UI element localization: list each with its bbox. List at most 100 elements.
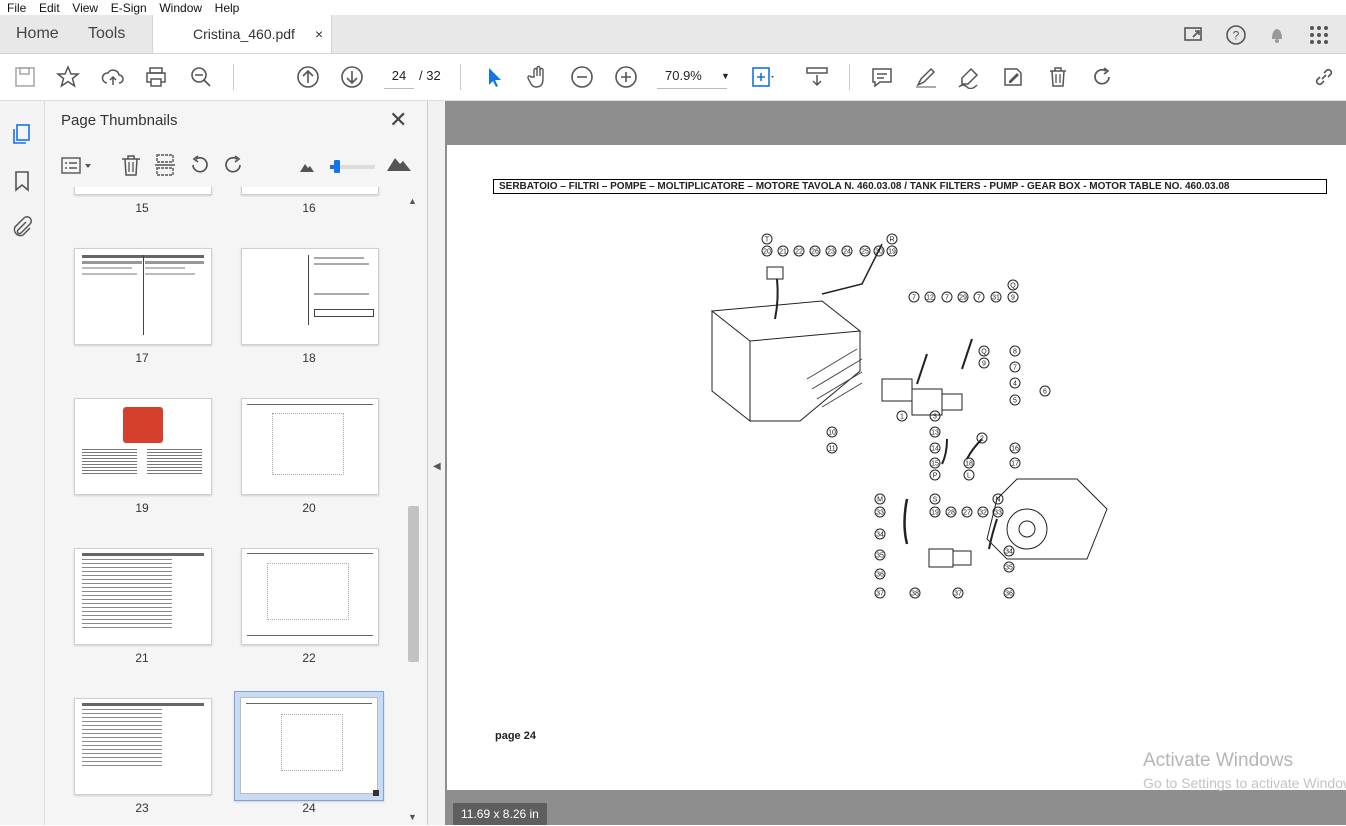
menu-esign[interactable]: E-Sign (111, 1, 147, 15)
rotate-right-icon[interactable] (221, 153, 245, 180)
doc-heading-text: SERBATOIO – FILTRI – POMPE – MOLTIPLICAT… (499, 181, 1230, 192)
thumbnail-page[interactable] (74, 698, 212, 795)
hand-icon[interactable] (526, 65, 550, 89)
comment-icon[interactable] (870, 65, 894, 89)
svg-text:29: 29 (959, 295, 967, 302)
thumbnail-page[interactable] (241, 398, 379, 495)
thumbnails-panel: Page Thumbnails ✕ 15 16 17 18 19 20 21 2… (45, 101, 428, 825)
help-icon[interactable]: ? (1225, 24, 1247, 46)
scroll-mode-icon[interactable] (805, 65, 829, 89)
svg-text:S: S (933, 497, 938, 504)
arrow-down-circle-icon[interactable] (340, 65, 364, 89)
page-number-input[interactable]: 24 (384, 64, 414, 89)
thumbnail-list: 15 16 17 18 19 20 21 22 23 24 (45, 187, 405, 825)
thumbnail-page[interactable] (74, 398, 212, 495)
svg-text:14: 14 (931, 446, 939, 453)
thumbnail-page[interactable] (241, 248, 379, 345)
svg-text:38: 38 (911, 591, 919, 598)
star-icon[interactable] (55, 65, 81, 89)
svg-text:L: L (967, 473, 971, 480)
fit-page-icon[interactable] (750, 65, 774, 89)
chevron-down-icon: ▼ (721, 71, 730, 81)
menu-edit[interactable]: Edit (39, 1, 60, 15)
apps-grid-icon[interactable] (1308, 24, 1330, 46)
mountain-large-icon (387, 155, 411, 174)
page-thumbnails-icon[interactable] (10, 122, 34, 146)
svg-text:6: 6 (1043, 389, 1047, 396)
pdf-page: SERBATOIO – FILTRI – POMPE – MOLTIPLICAT… (447, 145, 1346, 791)
extract-pages-icon[interactable] (154, 153, 176, 180)
zoom-level-select[interactable]: 70.9% ▼ (657, 64, 730, 89)
thumbnail-page[interactable] (241, 548, 379, 645)
menu-window[interactable]: Window (159, 1, 202, 15)
svg-text:9: 9 (1011, 295, 1015, 302)
svg-text:11: 11 (828, 446, 835, 453)
cloud-upload-icon[interactable] (101, 65, 125, 89)
menu-help[interactable]: Help (215, 1, 240, 15)
slider-handle[interactable] (334, 160, 340, 173)
activation-watermark-title: Activate Windows (1143, 750, 1293, 771)
collapse-arrow-icon[interactable]: ◀ (433, 461, 441, 472)
zoom-out-icon[interactable] (570, 65, 594, 89)
svg-text:7: 7 (945, 295, 949, 302)
close-icon[interactable]: ✕ (389, 107, 407, 133)
thumbnail-page[interactable] (241, 187, 379, 195)
tab-document[interactable]: Cristina_460.pdf × (152, 15, 332, 53)
highlight-pen-icon[interactable] (914, 65, 938, 89)
thumbnail-page[interactable] (74, 248, 212, 345)
svg-text:37: 37 (954, 591, 962, 598)
svg-text:17: 17 (1011, 461, 1019, 468)
exploded-parts-diagram: T 20 21 22 26 23 24 25 30 R 19 7 12 7 29… (710, 233, 1108, 599)
svg-text:20: 20 (763, 249, 771, 256)
rotate-left-icon[interactable] (188, 153, 212, 180)
svg-text:33: 33 (876, 510, 884, 517)
svg-text:19: 19 (931, 510, 939, 517)
menu-file[interactable]: File (7, 1, 26, 15)
scroll-down-icon[interactable]: ▼ (408, 812, 417, 822)
menu-view[interactable]: View (72, 1, 98, 15)
svg-text:5: 5 (1013, 398, 1017, 405)
share-screen-icon[interactable] (1183, 24, 1205, 46)
tab-home[interactable]: Home (16, 15, 59, 53)
link-share-icon[interactable] (1312, 65, 1336, 89)
thumbnail-label: 20 (302, 501, 316, 515)
svg-text:7: 7 (912, 295, 916, 302)
fill-sign-icon[interactable] (1001, 65, 1025, 89)
rotate-icon[interactable] (1090, 65, 1114, 89)
thumbnail-label: 16 (302, 201, 316, 215)
svg-text:9: 9 (982, 361, 986, 368)
bookmark-icon[interactable] (10, 169, 34, 193)
attachment-icon[interactable] (10, 215, 34, 239)
sign-icon[interactable] (957, 65, 981, 90)
thumbnail-label: 21 (135, 651, 149, 665)
tab-close-icon[interactable]: × (315, 15, 323, 53)
scrollbar-thumb[interactable] (408, 506, 419, 662)
svg-text:25: 25 (861, 249, 869, 256)
arrow-up-circle-icon[interactable] (296, 65, 320, 89)
trash-icon[interactable] (120, 153, 142, 180)
zoom-search-icon[interactable] (189, 65, 213, 89)
thumbnail-page[interactable] (74, 548, 212, 645)
printer-icon[interactable] (144, 65, 168, 89)
save-icon[interactable] (13, 65, 37, 89)
panel-collapse-strip[interactable]: ◀ (428, 101, 445, 825)
scroll-up-icon[interactable]: ▲ (408, 196, 417, 206)
thumbnail-size-slider[interactable] (330, 160, 375, 173)
thumbnail-label: 15 (135, 201, 149, 215)
thumbnail-options-icon[interactable] (61, 155, 93, 180)
thumbnail-label: 22 (302, 651, 316, 665)
thumbnail-page[interactable] (74, 187, 212, 195)
trash-icon[interactable] (1046, 65, 1070, 89)
pointer-icon[interactable] (482, 65, 506, 89)
doc-heading: SERBATOIO – FILTRI – POMPE – MOLTIPLICAT… (493, 179, 1327, 194)
svg-text:23: 23 (827, 249, 835, 256)
thumbnail-page-selected[interactable] (234, 691, 384, 801)
tab-tools[interactable]: Tools (88, 15, 125, 53)
bell-icon[interactable] (1266, 24, 1288, 46)
svg-text:?: ? (1233, 29, 1240, 43)
svg-text:36: 36 (876, 572, 884, 579)
zoom-in-icon[interactable] (614, 65, 638, 89)
thumbnail-scrollbar[interactable]: ▲ ▼ (406, 196, 420, 826)
svg-text:7: 7 (1013, 365, 1017, 372)
svg-text:36: 36 (1005, 591, 1013, 598)
